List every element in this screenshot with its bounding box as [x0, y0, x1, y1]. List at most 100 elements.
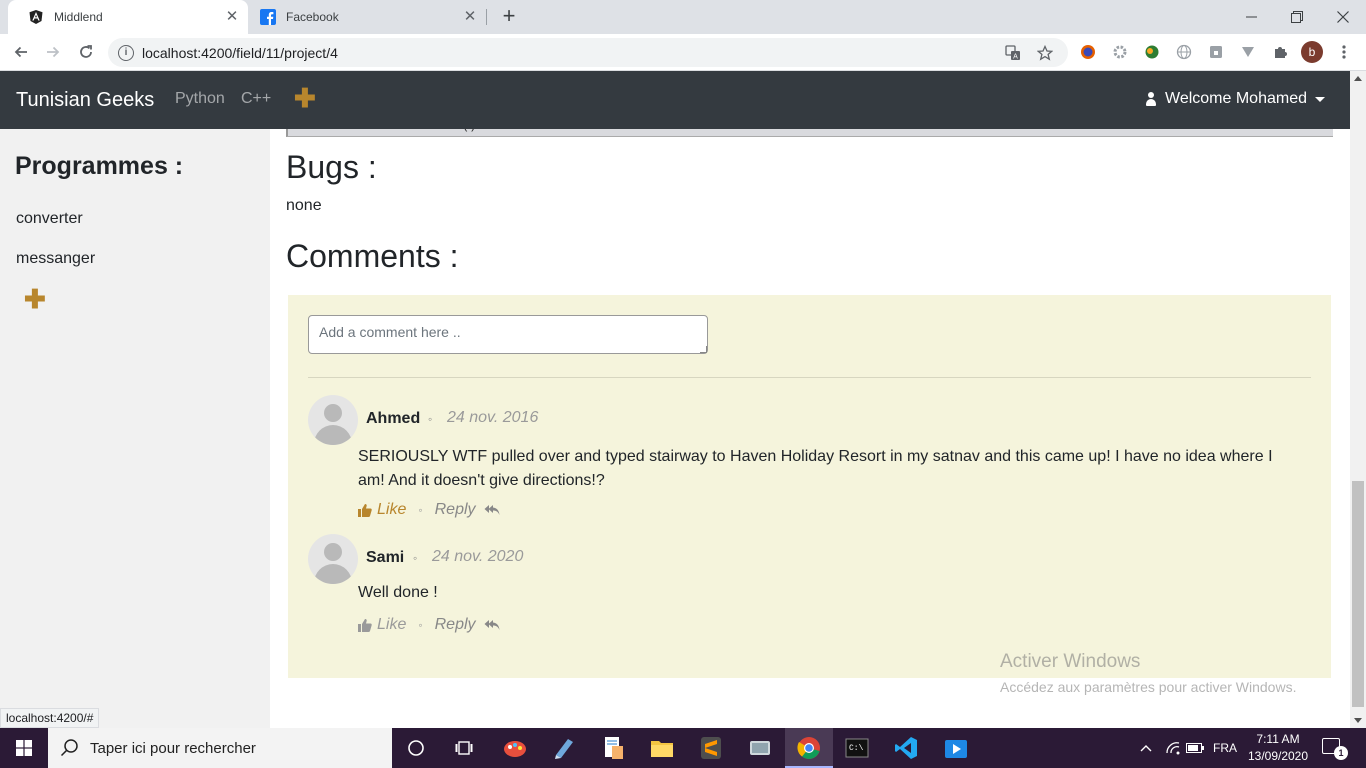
- reply-all-icon[interactable]: [484, 619, 500, 631]
- document-app-icon[interactable]: [599, 734, 627, 762]
- connect-app-icon[interactable]: [746, 734, 774, 762]
- back-icon[interactable]: [9, 40, 33, 64]
- thumbs-up-icon: [358, 504, 372, 517]
- reply-all-icon[interactable]: [484, 504, 500, 516]
- scroll-down-icon[interactable]: [1354, 718, 1362, 723]
- reload-icon[interactable]: [74, 40, 98, 64]
- link-status-bar: localhost:4200/#: [0, 708, 100, 728]
- close-tab-icon[interactable]: ✕: [462, 9, 478, 25]
- svg-text:C:\: C:\: [849, 744, 864, 753]
- paint-app-icon[interactable]: [501, 734, 529, 762]
- caret-down-icon: [1314, 96, 1325, 102]
- user-icon: [1145, 92, 1157, 106]
- task-view-icon[interactable]: [450, 734, 478, 762]
- code-block: self.initWindow(): [286, 129, 1333, 137]
- vscode-icon[interactable]: [892, 734, 920, 762]
- like-button[interactable]: Like: [377, 501, 406, 519]
- sidebar-title: Programmes :: [15, 152, 184, 180]
- avatar: [308, 534, 358, 584]
- comment-input[interactable]: Add a comment here ..: [308, 315, 708, 354]
- windows-taskbar: Taper ici pour rechercher C:\ FRA 7:11 A…: [0, 728, 1366, 768]
- windows-start-icon[interactable]: [0, 728, 48, 768]
- comment-item: Ahmed ◦ 24 nov. 2016 SERIOUSLY WTF pulle…: [308, 395, 1308, 525]
- comment-author: Sami: [366, 549, 405, 566]
- tab-separator: [486, 9, 487, 25]
- clock-date: 13/09/2020: [1247, 749, 1309, 763]
- profile-avatar[interactable]: b: [1301, 41, 1323, 63]
- divider: [308, 377, 1311, 378]
- site-info-icon[interactable]: i: [118, 44, 134, 61]
- chrome-icon[interactable]: [795, 734, 823, 762]
- taskbar-clock[interactable]: 7:11 AM 13/09/2020: [1243, 731, 1313, 765]
- taskbar-search[interactable]: Taper ici pour rechercher: [48, 728, 392, 768]
- extension-lock-icon[interactable]: [1207, 43, 1225, 61]
- sidebar-item-messanger[interactable]: messanger: [16, 250, 95, 268]
- separator-dot: ◦: [413, 551, 418, 565]
- svg-text:A: A: [1013, 53, 1018, 60]
- user-dropdown[interactable]: Welcome Mohamed: [1145, 90, 1325, 108]
- facebook-icon: [260, 9, 276, 25]
- search-placeholder: Taper ici pour rechercher: [90, 739, 256, 757]
- extension-globe-icon[interactable]: [1143, 43, 1161, 61]
- nav-link-cpp[interactable]: C++: [241, 90, 271, 108]
- bugs-text: none: [286, 197, 322, 214]
- notes-app-icon[interactable]: [550, 734, 578, 762]
- wifi-icon[interactable]: [1165, 728, 1181, 768]
- reply-button[interactable]: Reply: [435, 501, 476, 519]
- nav-link-python[interactable]: Python: [175, 90, 225, 108]
- kebab-menu-icon[interactable]: [1335, 43, 1353, 61]
- separator-dot: ◦: [428, 412, 433, 426]
- scrollbar-thumb[interactable]: [1352, 481, 1364, 707]
- comments-panel: Add a comment here .. Ahmed ◦ 24 nov. 20…: [288, 295, 1331, 678]
- sidebar-item-converter[interactable]: converter: [16, 210, 83, 228]
- extensions-puzzle-icon[interactable]: [1271, 43, 1289, 61]
- browser-toolbar: i localhost:4200/field/11/project/4 A b: [0, 34, 1366, 71]
- tab-middlend[interactable]: Middlend ✕: [8, 0, 248, 34]
- thumbs-up-icon: [358, 619, 372, 632]
- comment-date: 24 nov. 2020: [432, 548, 524, 565]
- tab-facebook[interactable]: Facebook ✕: [248, 0, 486, 34]
- extension-firefox-icon[interactable]: [1079, 43, 1097, 61]
- bookmark-star-icon[interactable]: [1036, 44, 1054, 62]
- watermark-subtitle: Accédez aux paramètres pour activer Wind…: [1000, 679, 1297, 695]
- close-tab-icon[interactable]: ✕: [224, 9, 240, 25]
- resize-grip-icon[interactable]: [700, 346, 707, 353]
- comment-text: SERIOUSLY WTF pulled over and typed stai…: [358, 448, 1273, 489]
- add-field-icon[interactable]: ✚: [294, 85, 316, 111]
- sublime-text-icon[interactable]: [697, 734, 725, 762]
- avatar: [308, 395, 358, 445]
- search-icon: [60, 739, 78, 757]
- terminal-icon[interactable]: C:\: [843, 734, 871, 762]
- forward-icon[interactable]: [41, 40, 65, 64]
- user-welcome-text: Welcome Mohamed: [1165, 90, 1307, 107]
- close-window-icon[interactable]: [1320, 0, 1366, 34]
- new-tab-icon[interactable]: +: [498, 5, 520, 28]
- page-scrollbar[interactable]: [1350, 71, 1366, 728]
- comment-actions: Like ◦ Reply: [358, 616, 500, 634]
- comment-date: 24 nov. 2016: [447, 409, 539, 426]
- address-bar[interactable]: i localhost:4200/field/11/project/4 A: [108, 38, 1068, 67]
- minimize-icon[interactable]: [1228, 0, 1274, 34]
- cortana-icon[interactable]: [402, 734, 430, 762]
- media-player-icon[interactable]: [942, 734, 970, 762]
- watermark-title: Activer Windows: [1000, 651, 1141, 672]
- url-text: localhost:4200/field/11/project/4: [142, 44, 338, 61]
- scroll-up-icon[interactable]: [1354, 76, 1362, 81]
- restore-icon[interactable]: [1274, 0, 1320, 34]
- reply-button[interactable]: Reply: [435, 616, 476, 634]
- comment-text: Well done !: [358, 584, 438, 601]
- add-program-icon[interactable]: ✚: [24, 286, 46, 312]
- battery-icon[interactable]: [1186, 728, 1204, 768]
- like-button[interactable]: Like: [377, 616, 406, 634]
- activation-watermark: Activer Windows Accédez aux paramètres p…: [1000, 651, 1296, 695]
- extension-gear-icon[interactable]: [1111, 43, 1129, 61]
- separator-dot: ◦: [418, 618, 423, 632]
- show-hidden-icons-icon[interactable]: [1140, 728, 1152, 768]
- translate-icon[interactable]: A: [1004, 44, 1022, 62]
- brand-link[interactable]: Tunisian Geeks: [16, 89, 154, 112]
- comment-item: Sami ◦ 24 nov. 2020 Well done ! Like ◦ R…: [308, 534, 1308, 644]
- language-indicator[interactable]: FRA: [1213, 728, 1237, 768]
- extension-web-icon[interactable]: [1175, 43, 1193, 61]
- extension-v-icon[interactable]: [1239, 43, 1257, 61]
- file-explorer-icon[interactable]: [648, 734, 676, 762]
